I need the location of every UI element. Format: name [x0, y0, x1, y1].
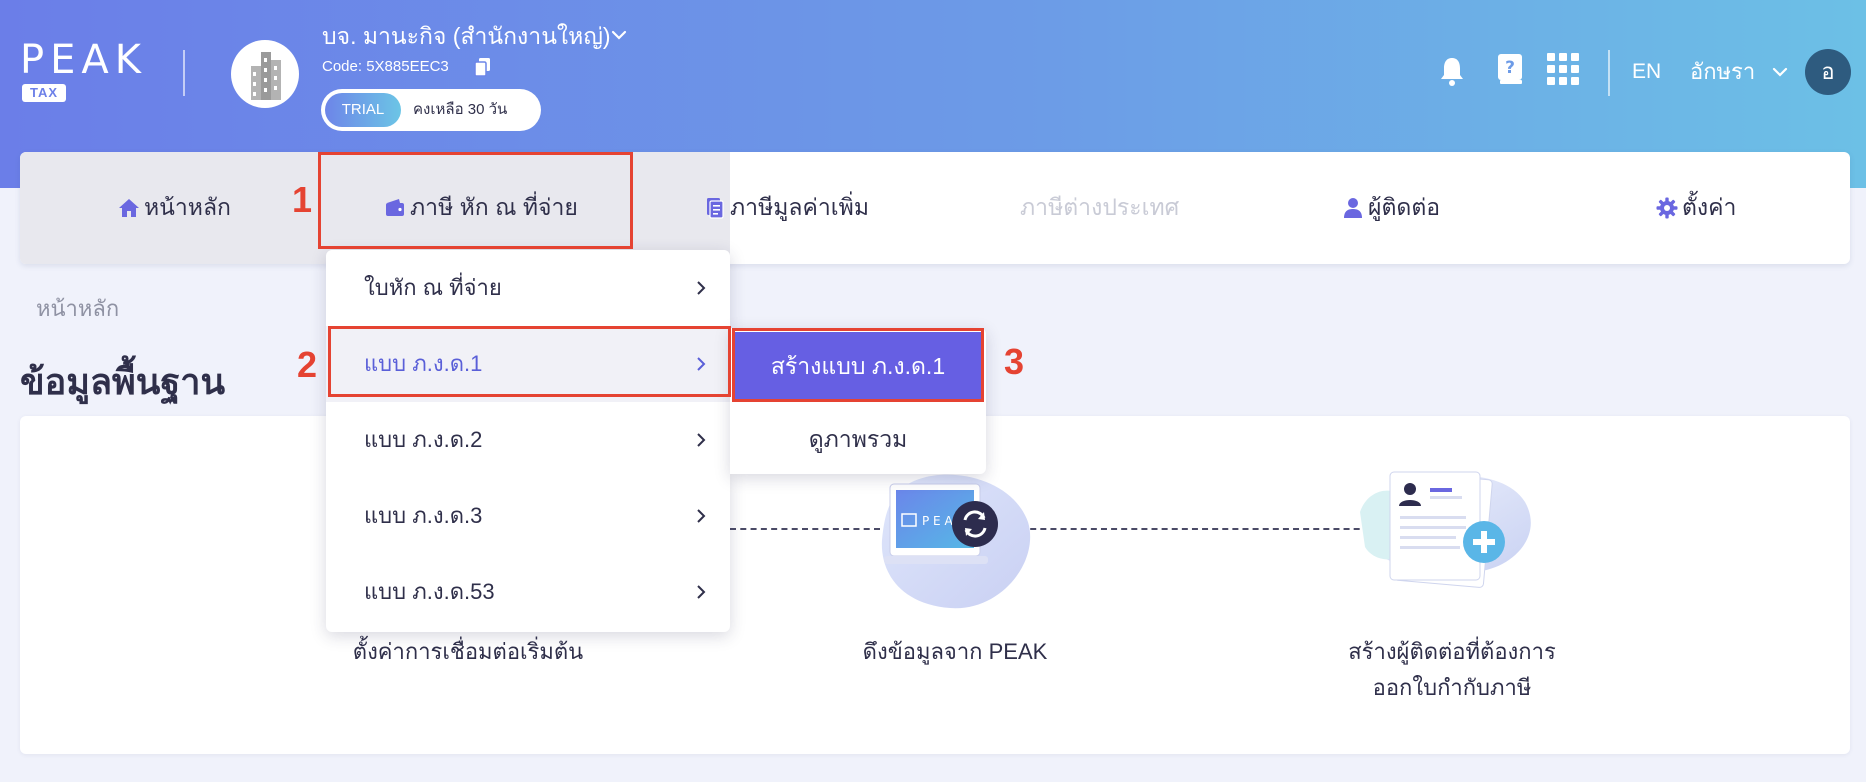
annotation-number-2: 2	[297, 344, 318, 385]
chevron-down-icon[interactable]	[1770, 62, 1790, 82]
menu-item-pnd3[interactable]: แบบ ภ.ง.ด.3	[326, 478, 730, 554]
annotation-box-1	[318, 152, 633, 249]
step1-label: ตั้งค่าการเชื่อมต่อเริ่มต้น	[352, 639, 584, 664]
chevron-right-icon	[697, 585, 706, 599]
help-book-icon[interactable]: ?	[1496, 53, 1524, 85]
company-avatar[interactable]	[231, 40, 299, 108]
menu-item-pnd2[interactable]: แบบ ภ.ง.ด.2	[326, 402, 730, 478]
language-switch[interactable]: EN	[1632, 57, 1661, 87]
chevron-right-icon	[697, 281, 706, 295]
menu-item-label: ใบหัก ณ ที่จ่าย	[364, 275, 502, 300]
chevron-right-icon	[697, 433, 706, 447]
chevron-down-icon[interactable]	[608, 24, 630, 46]
step-connector	[730, 528, 880, 530]
home-icon	[119, 199, 139, 217]
annotation-box-3	[732, 328, 984, 402]
peak-logo[interactable]: PEAK TAX	[20, 38, 162, 104]
user-avatar[interactable]: อ	[1805, 49, 1851, 95]
annotation-number-3: 3	[1004, 341, 1025, 382]
trial-badge: TRIAL คงเหลือ 30 วัน	[321, 89, 541, 131]
svg-text:?: ?	[1505, 58, 1515, 78]
nav-label: ผู้ติดต่อ	[1368, 194, 1441, 220]
nav-item-settings[interactable]: ตั้งค่า	[1656, 152, 1736, 264]
nav-label: ภาษีมูลค่าเพิ่ม	[730, 194, 869, 220]
logo-wordmark: PEAK	[20, 37, 147, 83]
menu-item-pnd53[interactable]: แบบ ภ.ง.ด.53	[326, 554, 730, 630]
svg-text:P E A: P E A	[922, 514, 953, 528]
trial-remaining: คงเหลือ 30 วัน	[413, 101, 508, 118]
withholding-tax-dropdown: ใบหัก ณ ที่จ่าย แบบ ภ.ง.ด.1 แบบ ภ.ง.ด.2 …	[326, 250, 730, 632]
building-icon	[251, 52, 281, 100]
page-title: ข้อมูลพื้นฐาน	[20, 361, 226, 402]
company-code: Code: 5X885EEC3	[322, 58, 449, 75]
menu-item-wht-certificate[interactable]: ใบหัก ณ ที่จ่าย	[326, 250, 730, 326]
nav-label: ภาษีต่างประเทศ	[1020, 194, 1180, 220]
annotation-box-2	[328, 326, 731, 397]
menu-item-label: แบบ ภ.ง.ด.53	[364, 579, 495, 604]
gear-icon	[1656, 197, 1678, 219]
copy-icon[interactable]	[474, 57, 492, 77]
nav-item-home[interactable]: หน้าหลัก	[118, 152, 231, 264]
header-divider	[183, 50, 185, 96]
peak-sync-illustration: P E A	[881, 474, 1031, 609]
menu-item-label: แบบ ภ.ง.ด.2	[364, 427, 483, 452]
nav-label: ตั้งค่า	[1682, 194, 1737, 220]
step2-label: ดึงข้อมูลจาก PEAK	[862, 639, 1048, 664]
user-name[interactable]: อักษรา	[1690, 57, 1755, 87]
chevron-right-icon	[697, 509, 706, 523]
header-divider-right	[1608, 50, 1610, 96]
breadcrumb[interactable]: หน้าหลัก	[36, 295, 119, 323]
annotation-number-1: 1	[292, 179, 313, 220]
create-contact-illustration	[1360, 471, 1531, 588]
nav-label: หน้าหลัก	[144, 194, 231, 220]
overview-button[interactable]: ดูภาพรวม	[730, 404, 986, 474]
nav-item-vat[interactable]: ภาษีมูลค่าเพิ่ม	[704, 152, 869, 264]
bell-icon[interactable]	[1438, 55, 1466, 87]
user-icon	[1344, 198, 1362, 218]
step3-label-line2: ออกใบกำกับภาษี	[1372, 675, 1532, 700]
document-icon	[707, 198, 724, 219]
nav-item-foreign-tax: ภาษีต่างประเทศ	[1020, 152, 1179, 264]
step-connector	[1010, 528, 1390, 530]
apps-grid-icon[interactable]	[1547, 53, 1579, 85]
menu-item-label: แบบ ภ.ง.ด.3	[364, 503, 483, 528]
logo-tax-tag: TAX	[22, 84, 67, 102]
company-name[interactable]: บจ. มานะกิจ (สำนักงานใหญ่)	[322, 20, 611, 52]
step3-label: สร้างผู้ติดต่อที่ต้องการ	[1348, 639, 1556, 664]
nav-item-contacts[interactable]: ผู้ติดต่อ	[1342, 152, 1440, 264]
trial-tag: TRIAL	[325, 93, 401, 127]
